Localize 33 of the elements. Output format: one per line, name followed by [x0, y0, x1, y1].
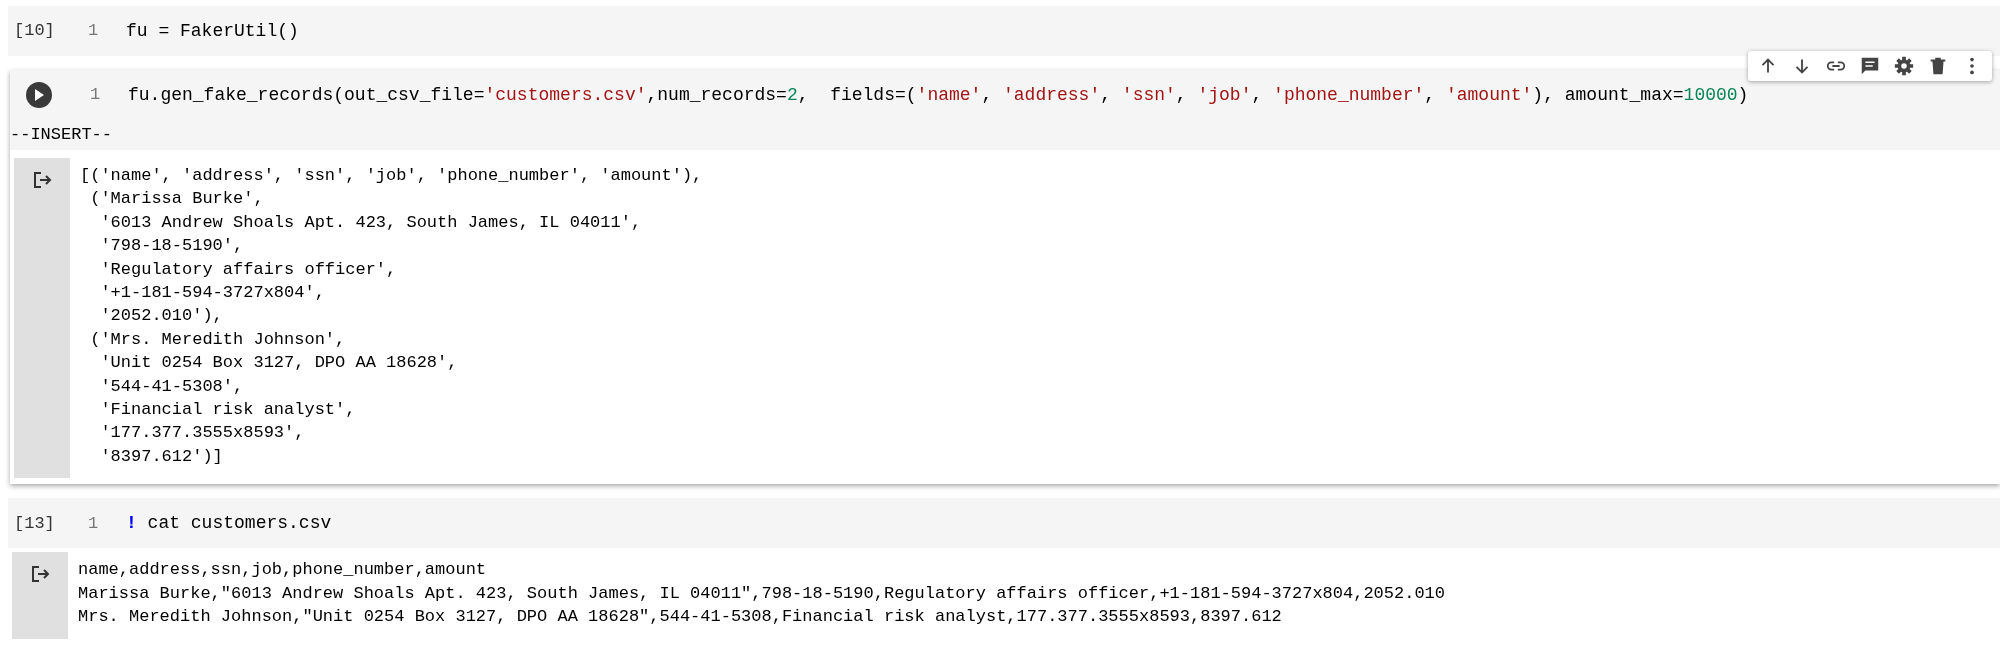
output-line: '2052.010'),	[99, 305, 224, 328]
line-number: 1	[88, 20, 100, 43]
output-line: Mrs. Meredith Johnson,"Unit 0254 Box 3127, DPO AA 18628",544-41-5308,Financial risk analyst,177.377.3555x8593,8397.612	[78, 606, 1283, 629]
output-line: '544-41-5308',	[99, 375, 245, 398]
output-line: ('Marissa Burke',	[89, 188, 265, 211]
output-line: 'Financial risk analyst',	[99, 399, 357, 422]
run-button[interactable]	[26, 82, 52, 108]
output-line: name,address,ssn,job,phone_number,amount	[78, 559, 488, 582]
output-line: 'Regulatory affairs officer',	[99, 258, 398, 281]
code-editor[interactable]: [13] 1 ! cat customers.csv	[8, 498, 2000, 549]
output-line: Marissa Burke,"6013 Andrew Shoals Apt. 423, South James, IL 04011",798-18-5190,Regulatory affairs officer,+1-181-594-3727x804,2052.010	[78, 582, 1446, 605]
output-line: [('name', 'address', 'ssn', 'job', 'phone_number', 'amount'),	[80, 165, 703, 187]
execution-count: [10]	[14, 20, 55, 43]
output-icon[interactable]	[32, 170, 52, 190]
output-line: '6013 Andrew Shoals Apt. 423, South James, IL 04011',	[99, 211, 643, 234]
vim-mode-indicator: --INSERT--	[10, 124, 113, 147]
play-icon	[34, 89, 44, 101]
code-line: ! cat customers.csv	[126, 511, 332, 535]
output-line: '177.377.3555x8593',	[99, 422, 306, 445]
code-line: fu = FakerUtil()	[126, 19, 299, 43]
line-number: 1	[90, 84, 102, 107]
output-line: '798-18-5190',	[99, 235, 245, 258]
code-editor[interactable]: [10] 1 fu = FakerUtil()	[8, 6, 2000, 56]
code-line: fu.gen_fake_records(out_csv_file='customers.csv',num_records=2, fields=('name', 'address', 'ssn', 'job', 'phone_number', 'amount'), amount_max=10000)	[128, 83, 1749, 107]
output-line: '8397.612')]	[99, 445, 224, 468]
code-editor[interactable]: 1 fu.gen_fake_records(out_csv_file='customers.csv',num_records=2, fields=('name', 'address', 'ssn', 'job', 'phone_number', 'amount'), amount_max=10000)	[10, 70, 2000, 120]
output-line: 'Unit 0254 Box 3127, DPO AA 18628',	[99, 352, 459, 375]
settings-icon[interactable]	[1892, 54, 1916, 78]
output-line: '+1-181-594-3727x804',	[99, 282, 326, 305]
line-number: 1	[88, 512, 100, 535]
execution-count: [13]	[14, 512, 55, 535]
output-line: ('Mrs. Meredith Johnson',	[89, 328, 347, 351]
output-icon[interactable]	[30, 564, 50, 585]
